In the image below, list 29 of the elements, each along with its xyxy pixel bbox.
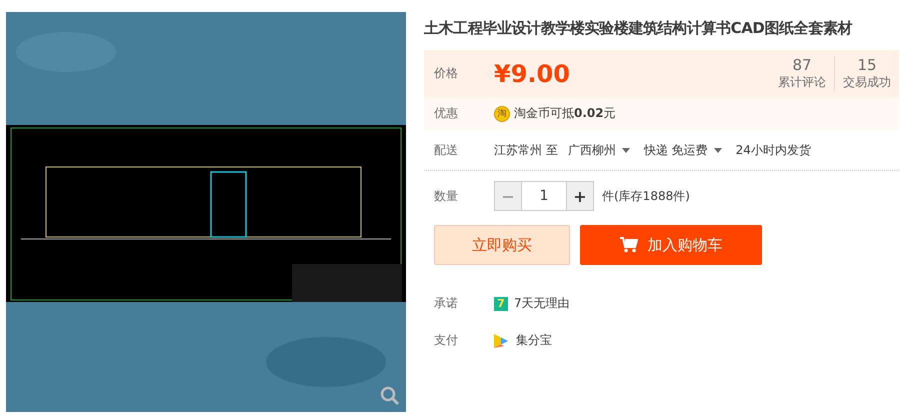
price-label: 价格 bbox=[434, 65, 459, 82]
service-text: 集分宝 bbox=[516, 332, 552, 349]
triangle-logo-icon bbox=[494, 334, 508, 348]
promo-label: 优惠 bbox=[434, 105, 459, 122]
promo-text: 淘金币可抵0.02元 bbox=[514, 105, 616, 122]
magnifier-icon[interactable] bbox=[380, 386, 400, 406]
product-title: 土木工程毕业设计教学楼实验楼建筑结构计算书CAD图纸全套素材 bbox=[424, 19, 854, 38]
stat-value: 15 bbox=[857, 56, 877, 74]
stat-label: 交易成功 bbox=[843, 74, 891, 91]
service-text: 7天无理由 bbox=[514, 295, 570, 312]
quantity-label: 数量 bbox=[434, 188, 459, 204]
service-label: 承诺 bbox=[434, 295, 459, 312]
caret-icon bbox=[622, 148, 630, 152]
caret-icon bbox=[714, 148, 722, 152]
dispatch-text: 24小时内发货 bbox=[736, 142, 811, 158]
origin-text: 江苏常州 至 bbox=[494, 142, 558, 158]
coin-icon: 淘 bbox=[494, 106, 510, 122]
shipping-dropdown[interactable]: 快递 免运费 bbox=[644, 142, 708, 158]
price-value: ¥9.00 bbox=[494, 60, 571, 88]
stock-text: 件(库存1888件) bbox=[602, 188, 690, 204]
seven-badge-icon: 7 bbox=[494, 296, 508, 310]
destination-dropdown[interactable]: 广西柳州 bbox=[568, 142, 616, 158]
cart-icon bbox=[620, 237, 638, 253]
stat-value: 87 bbox=[792, 56, 812, 74]
service-label: 支付 bbox=[434, 332, 459, 349]
delivery-label: 配送 bbox=[434, 142, 459, 158]
stat-label: 累计评论 bbox=[778, 74, 826, 91]
increase-button[interactable]: + bbox=[566, 181, 594, 211]
quantity-field[interactable]: 1 bbox=[522, 181, 566, 211]
